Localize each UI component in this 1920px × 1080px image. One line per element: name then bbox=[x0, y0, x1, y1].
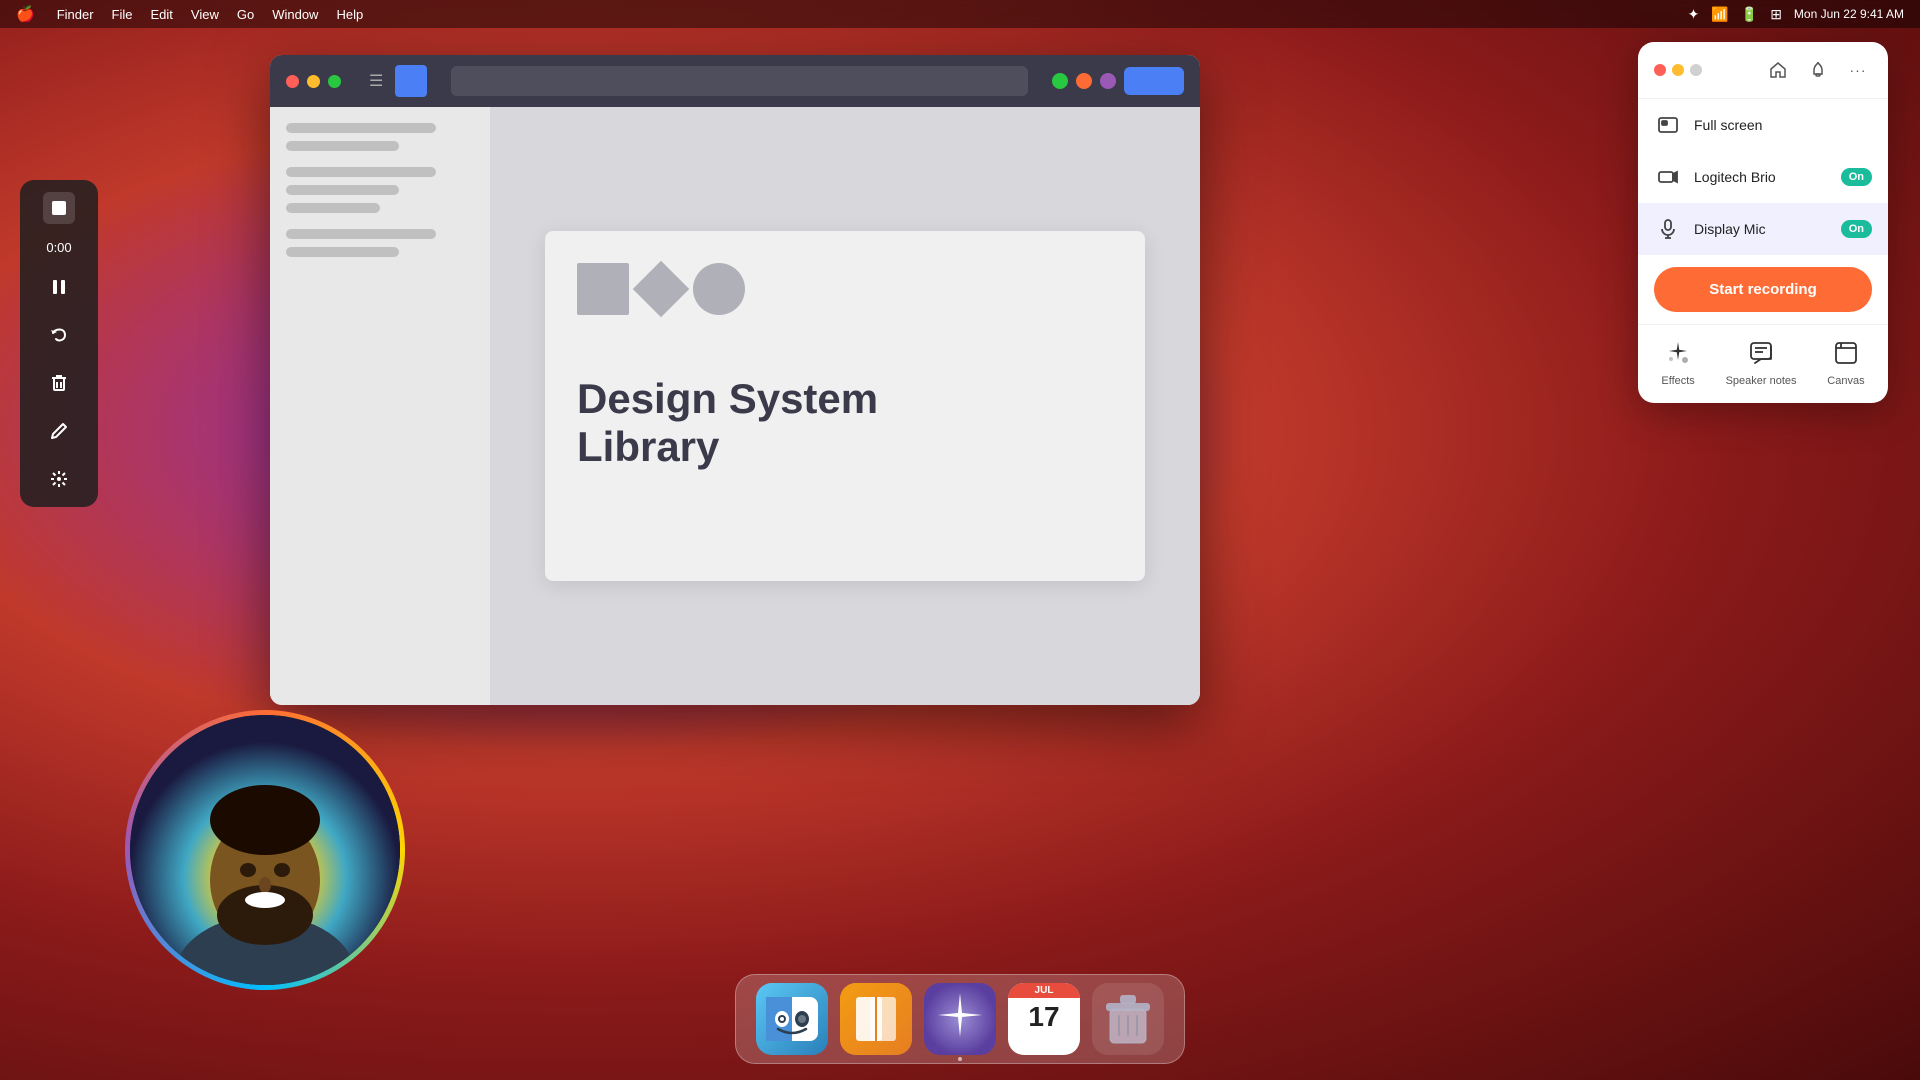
delete-icon[interactable] bbox=[43, 367, 75, 399]
dock-indicator bbox=[958, 1057, 962, 1061]
effects-icon bbox=[1662, 337, 1694, 369]
mic-icon bbox=[1654, 215, 1682, 243]
panel-minimize-button[interactable] bbox=[1672, 64, 1684, 76]
presentation-toolbar: 0:00 bbox=[20, 180, 98, 507]
menu-help[interactable]: Help bbox=[336, 7, 363, 22]
menu-bar: 🍎 Finder File Edit View Go Window Help ✦… bbox=[0, 0, 1920, 28]
fullscreen-icon bbox=[1654, 111, 1682, 139]
view-toggle-icon[interactable] bbox=[395, 65, 427, 97]
sidebar-item[interactable] bbox=[286, 203, 380, 213]
speaker-notes-icon bbox=[1745, 337, 1777, 369]
speaker-notes-action[interactable]: Speaker notes bbox=[1726, 337, 1797, 387]
canvas-icon bbox=[1830, 337, 1862, 369]
search-bar[interactable] bbox=[451, 66, 1028, 96]
menu-edit[interactable]: Edit bbox=[151, 7, 173, 22]
sidebar-item[interactable] bbox=[286, 141, 399, 151]
menu-view[interactable]: View bbox=[191, 7, 219, 22]
calendar-month: JUL bbox=[1008, 983, 1080, 998]
slide-title: Design SystemLibrary bbox=[577, 375, 878, 472]
battery-icon[interactable]: 🔋 bbox=[1741, 6, 1758, 23]
sparkle-icon[interactable]: ✦ bbox=[1688, 6, 1700, 23]
slide-card: Design SystemLibrary bbox=[545, 231, 1145, 581]
panel-notification-icon[interactable] bbox=[1804, 56, 1832, 84]
shape-diamond bbox=[633, 261, 690, 318]
camera-icon bbox=[1654, 163, 1682, 191]
sidebar-item[interactable] bbox=[286, 167, 436, 177]
recording-panel: ··· Full screen Logitech Brio On Display… bbox=[1638, 42, 1888, 403]
presence-dot-purple bbox=[1100, 73, 1116, 89]
dock-app-trash[interactable] bbox=[1092, 983, 1164, 1055]
slide-shapes bbox=[577, 263, 745, 315]
app-window: ☰ bbox=[270, 55, 1200, 705]
sidebar-toggle-icon[interactable]: ☰ bbox=[365, 67, 387, 95]
effects-action[interactable]: Effects bbox=[1661, 337, 1694, 387]
shape-circle bbox=[693, 263, 745, 315]
menu-window[interactable]: Window bbox=[272, 7, 318, 22]
slide-canvas: Design SystemLibrary bbox=[490, 107, 1200, 705]
speaker-notes-label: Speaker notes bbox=[1726, 375, 1797, 387]
start-recording-button[interactable]: Start recording bbox=[1654, 267, 1872, 312]
presence-dot-green bbox=[1052, 73, 1068, 89]
recording-timer: 0:00 bbox=[46, 240, 71, 255]
close-button[interactable] bbox=[286, 75, 299, 88]
undo-icon[interactable] bbox=[43, 319, 75, 351]
panel-zoom-button[interactable] bbox=[1690, 64, 1702, 76]
camera-toggle[interactable]: On bbox=[1841, 168, 1872, 186]
minimize-button[interactable] bbox=[307, 75, 320, 88]
apple-menu[interactable]: 🍎 bbox=[16, 5, 35, 23]
menu-file[interactable]: File bbox=[112, 7, 133, 22]
fullscreen-label: Full screen bbox=[1694, 117, 1872, 133]
presence-dot-orange bbox=[1076, 73, 1092, 89]
panel-home-icon[interactable] bbox=[1764, 56, 1792, 84]
controlcenter-icon[interactable]: ⊞ bbox=[1770, 6, 1782, 23]
sidebar-item[interactable] bbox=[286, 185, 399, 195]
mic-option[interactable]: Display Mic On bbox=[1638, 203, 1888, 255]
pause-icon[interactable] bbox=[43, 271, 75, 303]
app-title-bar: ☰ bbox=[270, 55, 1200, 107]
dock-app-books[interactable] bbox=[840, 983, 912, 1055]
sidebar-item[interactable] bbox=[286, 229, 436, 239]
fullscreen-button[interactable] bbox=[328, 75, 341, 88]
dock-app-finder[interactable] bbox=[756, 983, 828, 1055]
camera-option[interactable]: Logitech Brio On bbox=[1638, 151, 1888, 203]
menu-go[interactable]: Go bbox=[237, 7, 254, 22]
share-button[interactable] bbox=[1124, 67, 1184, 95]
dock-app-calendar[interactable]: JUL 17 bbox=[1008, 983, 1080, 1055]
menu-finder[interactable]: Finder bbox=[57, 7, 94, 22]
presenter-video bbox=[130, 715, 400, 985]
panel-more-icon[interactable]: ··· bbox=[1844, 56, 1872, 84]
calendar-day: 17 bbox=[1008, 998, 1080, 1037]
panel-footer: Effects Speaker notes Canvas bbox=[1638, 324, 1888, 403]
panel-traffic-lights bbox=[1654, 64, 1702, 76]
wifi-icon[interactable]: 📶 bbox=[1711, 6, 1728, 23]
mic-label: Display Mic bbox=[1694, 221, 1829, 237]
camera-label: Logitech Brio bbox=[1694, 169, 1829, 185]
mic-toggle[interactable]: On bbox=[1841, 220, 1872, 238]
app-sidebar bbox=[270, 107, 490, 705]
pen-icon[interactable] bbox=[43, 415, 75, 447]
datetime-display: Mon Jun 22 9:41 AM bbox=[1794, 7, 1904, 21]
panel-close-button[interactable] bbox=[1654, 64, 1666, 76]
panel-header: ··· bbox=[1638, 42, 1888, 99]
sparkle-effects-icon[interactable] bbox=[43, 463, 75, 495]
dock: JUL 17 bbox=[735, 974, 1185, 1064]
canvas-action[interactable]: Canvas bbox=[1827, 337, 1864, 387]
sidebar-item[interactable] bbox=[286, 123, 436, 133]
stop-recording-icon[interactable] bbox=[43, 192, 75, 224]
shape-square bbox=[577, 263, 629, 315]
fullscreen-option[interactable]: Full screen bbox=[1638, 99, 1888, 151]
dock-app-notch[interactable] bbox=[924, 983, 996, 1055]
sidebar-item[interactable] bbox=[286, 247, 399, 257]
canvas-label: Canvas bbox=[1827, 375, 1864, 387]
effects-label: Effects bbox=[1661, 375, 1694, 387]
webcam-feed bbox=[125, 710, 405, 990]
